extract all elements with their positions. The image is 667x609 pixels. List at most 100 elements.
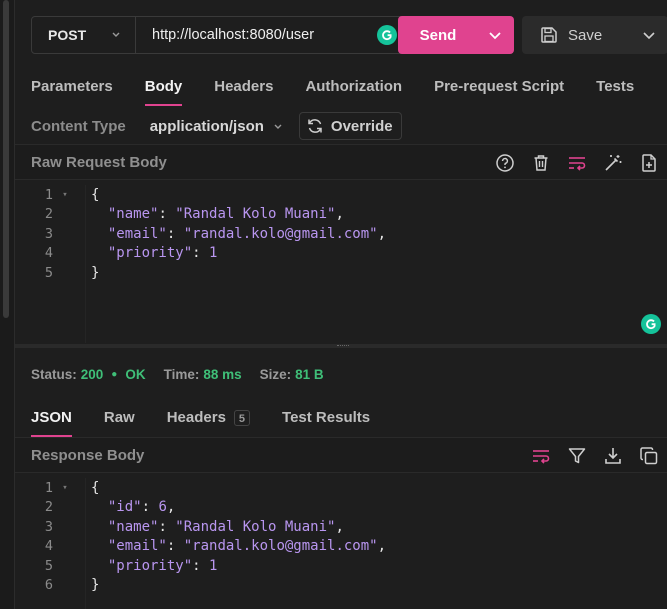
code-line: 3 "name": "Randal Kolo Muani",: [15, 517, 667, 537]
section-title: Raw Request Body: [31, 153, 167, 171]
help-icon[interactable]: [487, 153, 523, 173]
request-tabs: Parameters Body Headers Authorization Pr…: [31, 78, 634, 106]
wrap-lines-icon[interactable]: [559, 153, 595, 173]
code-line: 1 ▾{: [15, 185, 667, 205]
filter-icon[interactable]: [559, 446, 595, 466]
raw-request-body-header: Raw Request Body: [15, 144, 667, 180]
line-number: 1: [44, 186, 53, 203]
code-line: 4 "email": "randal.kolo@gmail.com",: [15, 537, 667, 557]
json-value: 1: [209, 557, 218, 574]
send-label: Send: [419, 26, 457, 44]
code-line: 4 "priority": 1: [15, 244, 667, 264]
line-number: 4: [44, 538, 53, 555]
left-panel-scrollbar[interactable]: [0, 0, 15, 609]
copy-icon[interactable]: [631, 446, 667, 466]
json-key: "email": [107, 225, 167, 242]
tab-body[interactable]: Body: [144, 78, 182, 106]
tab-test-results[interactable]: Test Results: [282, 409, 370, 437]
line-number: 1: [44, 479, 53, 496]
pane-splitter[interactable]: [15, 344, 667, 348]
code-line: 6}: [15, 576, 667, 596]
splitter-grip-icon[interactable]: [337, 345, 349, 348]
save-label: Save: [568, 26, 603, 44]
chevron-down-icon[interactable]: [488, 28, 502, 42]
code-line: 2 "name": "Randal Kolo Muani",: [15, 205, 667, 225]
request-body-editor[interactable]: 1 ▾{ 2 "name": "Randal Kolo Muani", 3 "em…: [15, 185, 667, 343]
save-icon: [541, 27, 557, 43]
chevron-down-icon: [112, 32, 120, 37]
method-select[interactable]: POST: [32, 17, 136, 53]
size-label: Size:: [259, 367, 292, 382]
send-button[interactable]: Send: [398, 16, 514, 54]
tab-response-headers[interactable]: Headers 5: [166, 409, 251, 437]
editor-toolbar: [487, 145, 667, 181]
json-key: "id": [107, 499, 142, 516]
trash-icon[interactable]: [523, 153, 559, 173]
chevron-down-icon: [274, 124, 282, 129]
tab-raw[interactable]: Raw: [104, 409, 135, 437]
json-key: "email": [107, 538, 167, 555]
json-value: "randal.kolo@gmail.com": [183, 225, 378, 242]
line-number: 3: [44, 518, 53, 535]
line-number: 6: [44, 577, 53, 594]
json-key: "priority": [107, 557, 193, 574]
code-line: 1 ▾{: [15, 478, 667, 498]
override-button[interactable]: Override: [298, 112, 402, 140]
headers-count-badge: 5: [233, 410, 251, 426]
status-text: OK: [125, 367, 146, 382]
url-input[interactable]: http://localhost:8080/user: [136, 27, 377, 43]
json-value: "randal.kolo@gmail.com": [183, 538, 378, 555]
json-value: "Randal Kolo Muani": [175, 206, 336, 223]
tab-pre-request-script[interactable]: Pre-request Script: [434, 78, 564, 106]
request-pane: POST http://localhost:8080/user Send Sav…: [15, 0, 667, 609]
tab-tests[interactable]: Tests: [596, 78, 634, 106]
response-tabs: JSON Raw Headers 5 Test Results: [31, 409, 402, 437]
response-toolbar: [523, 438, 667, 474]
fold-arrow-icon[interactable]: ▾: [53, 190, 71, 200]
code-line: 2 "id": 6,: [15, 498, 667, 518]
grammarly-icon[interactable]: [641, 314, 661, 334]
tab-headers[interactable]: Headers: [214, 78, 273, 106]
response-status: Status: 200 ● OK Time: 88 ms Size: 81 B: [31, 367, 324, 382]
json-key: "name": [107, 206, 159, 223]
line-number: 2: [44, 499, 53, 516]
save-button[interactable]: Save: [522, 16, 667, 54]
line-number: 2: [44, 206, 53, 223]
line-number: 4: [44, 245, 53, 262]
chevron-down-icon[interactable]: [642, 28, 656, 42]
time-value: 88 ms: [203, 367, 242, 382]
json-value: 1: [209, 245, 218, 262]
content-type-select[interactable]: application/json: [150, 118, 283, 135]
override-label: Override: [330, 117, 393, 135]
status-code: 200: [80, 367, 104, 382]
fold-arrow-icon[interactable]: ▾: [53, 483, 71, 493]
time-label: Time:: [163, 367, 200, 382]
section-title: Response Body: [31, 446, 145, 464]
tab-label: Headers: [166, 409, 226, 426]
content-type-value: application/json: [149, 117, 264, 135]
gutter-divider: [85, 478, 86, 609]
json-key: "priority": [107, 245, 193, 262]
status-label: Status:: [31, 367, 77, 382]
scrollbar-thumb[interactable]: [3, 0, 9, 318]
tab-parameters[interactable]: Parameters: [31, 78, 113, 106]
download-icon[interactable]: [595, 446, 631, 466]
content-type-row: Content Type application/json Override: [31, 111, 667, 141]
add-file-icon[interactable]: [631, 153, 667, 173]
json-value: 6: [158, 499, 167, 516]
magic-wand-icon[interactable]: [595, 153, 631, 173]
response-body-viewer[interactable]: 1 ▾{ 2 "id": 6, 3 "name": "Randal Kolo Mu…: [15, 478, 667, 609]
json-key: "name": [107, 518, 159, 535]
gutter-divider: [85, 185, 86, 343]
grammarly-icon[interactable]: [377, 25, 397, 45]
url-bar: POST http://localhost:8080/user: [31, 16, 405, 54]
status-dot-icon: ●: [111, 369, 118, 380]
tab-authorization[interactable]: Authorization: [305, 78, 402, 106]
size-value: 81 B: [295, 367, 324, 382]
refresh-icon: [308, 119, 322, 133]
content-type-label: Content Type: [31, 117, 126, 135]
code-line: 5 "priority": 1: [15, 556, 667, 576]
tab-json[interactable]: JSON: [31, 409, 72, 437]
wrap-lines-icon[interactable]: [523, 446, 559, 466]
method-label: POST: [48, 27, 87, 43]
